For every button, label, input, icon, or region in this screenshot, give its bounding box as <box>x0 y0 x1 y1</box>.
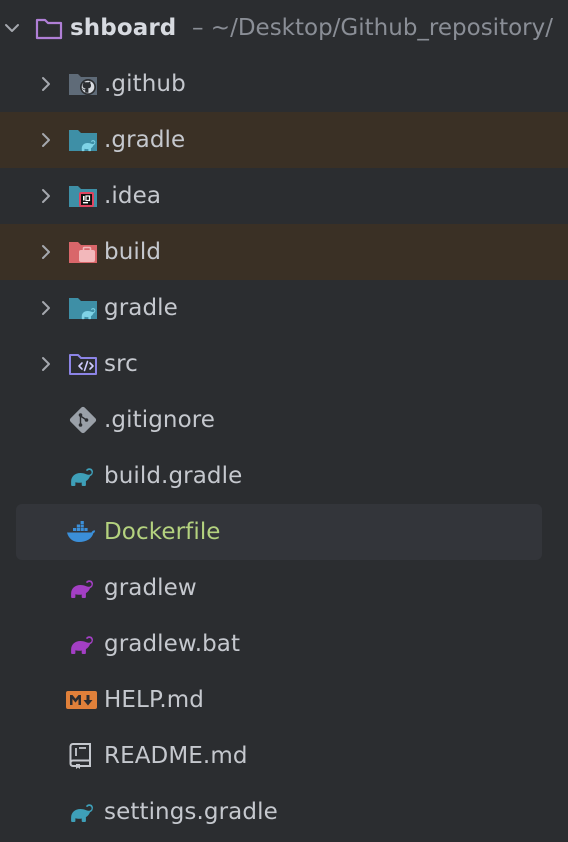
tree-row-src[interactable]: src <box>0 336 568 392</box>
root-folder-name: shboard <box>70 15 177 41</box>
tree-row-gradlew[interactable]: gradlew <box>0 560 568 616</box>
tree-row-help-md[interactable]: HELP.md <box>0 672 568 728</box>
chevron-right-icon[interactable] <box>34 168 58 224</box>
tree-item-label: gradle <box>104 295 178 321</box>
chevron-right-icon[interactable] <box>34 56 58 112</box>
gradle-folder-icon <box>67 292 99 324</box>
tree-item-label: .github <box>104 71 186 97</box>
docker-whale-icon <box>65 516 97 548</box>
readme-book-icon <box>66 740 98 772</box>
gradle-elephant-icon <box>65 460 97 492</box>
tree-row-gradlew-bat[interactable]: gradlew.bat <box>0 616 568 672</box>
folder-outline-icon <box>33 12 65 44</box>
tree-item-label: build.gradle <box>104 463 243 489</box>
gradle-elephant-icon <box>65 796 97 828</box>
tree-row-gradle[interactable]: gradle <box>0 280 568 336</box>
tree-row-build-gradle[interactable]: build.gradle <box>0 448 568 504</box>
tree-row-dockerfile[interactable]: Dockerfile <box>0 504 568 560</box>
tree-row-idea[interactable]: .idea <box>0 168 568 224</box>
tree-item-label: gradlew.bat <box>104 631 241 657</box>
chevron-right-icon[interactable] <box>34 280 58 336</box>
tree-row-gitignore[interactable]: .gitignore <box>0 392 568 448</box>
tree-item-label: build <box>104 239 162 265</box>
root-folder-path: – ~/Desktop/Github_repository/ <box>192 15 553 41</box>
gradle-elephant-purple-icon <box>65 628 97 660</box>
tree-item-label: .idea <box>104 183 162 209</box>
tree-row-dot-gradle[interactable]: .gradle <box>0 112 568 168</box>
gradle-elephant-purple-icon <box>65 572 97 604</box>
tree-item-label: Dockerfile <box>104 519 221 545</box>
build-folder-icon <box>67 236 99 268</box>
tree-item-label: settings.gradle <box>104 799 278 825</box>
git-diamond-icon <box>67 404 99 436</box>
tree-item-label: HELP.md <box>104 687 204 713</box>
tree-row-settings-gradle[interactable]: settings.gradle <box>0 784 568 840</box>
chevron-right-icon[interactable] <box>34 112 58 168</box>
tree-item-label: gradlew <box>104 575 197 601</box>
tree-row-readme-md[interactable]: README.md <box>0 728 568 784</box>
source-folder-icon <box>67 348 99 380</box>
github-folder-icon <box>67 68 99 100</box>
gradle-folder-icon <box>67 124 99 156</box>
tree-item-label: .gitignore <box>104 407 216 433</box>
project-tree: shboard – ~/Desktop/Github_repository/ .… <box>0 0 568 842</box>
tree-item-label: README.md <box>104 743 248 769</box>
tree-row-root[interactable]: shboard – ~/Desktop/Github_repository/ <box>0 0 568 56</box>
chevron-down-icon[interactable] <box>0 0 24 56</box>
tree-item-label: src <box>104 351 138 377</box>
tree-item-label: .gradle <box>104 127 186 153</box>
tree-row-build[interactable]: build <box>0 224 568 280</box>
markdown-icon <box>65 684 97 716</box>
idea-folder-icon <box>67 180 99 212</box>
chevron-right-icon[interactable] <box>34 224 58 280</box>
tree-row-github[interactable]: .github <box>0 56 568 112</box>
chevron-right-icon[interactable] <box>34 336 58 392</box>
